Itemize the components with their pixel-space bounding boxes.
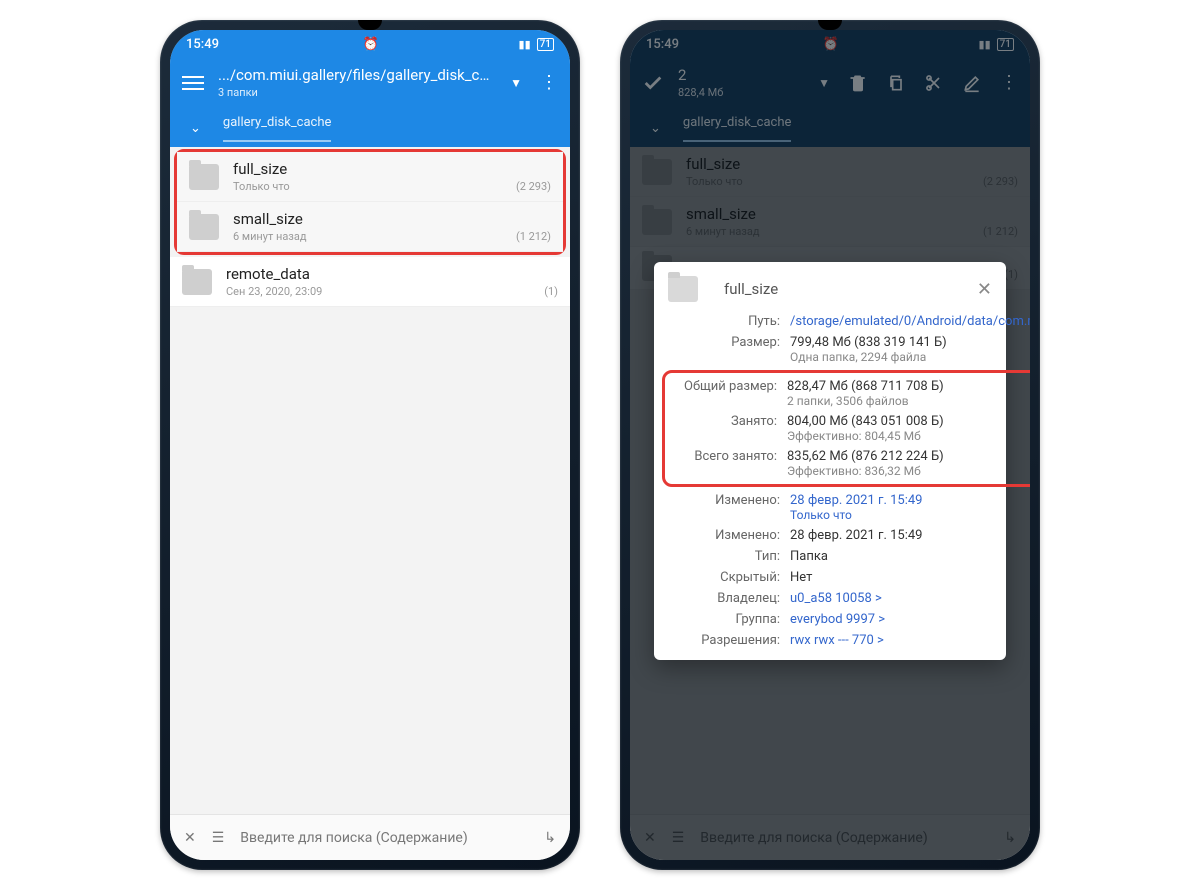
prop-label-group: Группа: xyxy=(668,612,780,627)
prop-value-changed2: 28 февр. 2021 г. 15:49 xyxy=(790,528,1030,543)
enter-icon[interactable]: ↳ xyxy=(544,830,556,846)
dialog-title: full_size xyxy=(724,280,965,298)
status-right: ▮▮ 71 xyxy=(519,38,554,51)
statusbar: 15:49 ⏰ ▮▮ 71 xyxy=(170,30,570,58)
folder-count: (1) xyxy=(544,285,558,298)
properties-grid: Путь: /storage/emulated/0/Android/data/c… xyxy=(668,314,992,648)
folder-icon xyxy=(189,164,219,190)
folder-count: (1 212) xyxy=(516,230,551,243)
tabrow: ⌄ gallery_disk_cache xyxy=(170,109,570,147)
prop-value-used: 804,00 Мб (843 051 008 Б)Эффективно: 804… xyxy=(787,414,1030,443)
prop-label-path: Путь: xyxy=(668,314,780,329)
appbar-title[interactable]: .../com.miui.gallery/files/gallery_disk_… xyxy=(218,66,496,99)
alarm-icon: ⏰ xyxy=(363,37,379,52)
prop-label-used: Занято: xyxy=(671,414,777,443)
prop-value-changed1: 28 февр. 2021 г. 15:49Только что xyxy=(790,493,1030,522)
prop-value-owner[interactable]: u0_a58 10058 > xyxy=(790,591,1030,606)
prop-label-size: Размер: xyxy=(668,335,780,364)
folder-row-remote-data[interactable]: remote_data Сен 23, 2020, 23:09 (1) xyxy=(170,257,570,307)
folder-sub: Только что xyxy=(233,180,516,193)
phone-left: 15:49 ⏰ ▮▮ 71 .../com.miui.gallery/files… xyxy=(160,20,580,870)
close-icon[interactable]: ✕ xyxy=(977,279,992,300)
status-time: 15:49 xyxy=(186,37,219,52)
folder-name: remote_data xyxy=(226,265,544,283)
filter-icon[interactable]: ☰ xyxy=(212,830,225,846)
more-icon[interactable]: ⋮ xyxy=(540,72,558,93)
folder-row-full-size[interactable]: full_size Только что (2 293) xyxy=(177,152,563,202)
properties-dialog: full_size ✕ Путь: /storage/emulated/0/An… xyxy=(654,262,1006,660)
prop-value-total-size: 828,47 Мб (868 711 708 Б)2 папки, 3506 ф… xyxy=(787,379,1030,408)
appbar: .../com.miui.gallery/files/gallery_disk_… xyxy=(170,58,570,109)
path-sub: 3 папки xyxy=(218,86,496,99)
prop-value-hidden: Нет xyxy=(790,570,1030,585)
prop-label-changed: Изменено: xyxy=(668,493,780,522)
prop-value-path[interactable]: /storage/emulated/0/Android/data/com.miu… xyxy=(790,314,1030,329)
chevron-down-icon[interactable]: ⌄ xyxy=(190,121,201,136)
prop-label-owner: Владелец: xyxy=(668,591,780,606)
prop-label-total-used: Всего занято: xyxy=(671,449,777,478)
folder-icon xyxy=(182,269,212,295)
prop-value-type: Папка xyxy=(790,549,1030,564)
prop-value-group[interactable]: everybod 9997 > xyxy=(790,612,1030,627)
tab-current[interactable]: gallery_disk_cache xyxy=(223,115,332,142)
path-text: .../com.miui.gallery/files/gallery_disk_… xyxy=(218,66,496,84)
folder-icon xyxy=(189,214,219,240)
screen-left: 15:49 ⏰ ▮▮ 71 .../com.miui.gallery/files… xyxy=(170,30,570,860)
menu-icon[interactable] xyxy=(182,76,204,90)
folder-row-small-size[interactable]: small_size 6 минут назад (1 212) xyxy=(177,202,563,252)
battery-icon: 71 xyxy=(537,38,554,51)
dropdown-icon[interactable]: ▼ xyxy=(510,76,522,90)
signal-icon: ▮▮ xyxy=(519,38,531,51)
screen-right: 15:49 ⏰ ▮▮ 71 2 828,4 Мб ▼ ⋮ xyxy=(630,30,1030,860)
folder-name: small_size xyxy=(233,210,516,228)
highlight-box: Общий размер: 828,47 Мб (868 711 708 Б)2… xyxy=(662,370,1030,487)
searchbar: ✕ ☰ Введите для поиска (Содержание) ↳ xyxy=(170,814,570,860)
prop-value-size: 799,48 Мб (838 319 141 Б)Одна папка, 229… xyxy=(790,335,1030,364)
close-icon[interactable]: ✕ xyxy=(184,830,196,846)
highlight-box: full_size Только что (2 293) small_size … xyxy=(174,149,566,255)
prop-label-type: Тип: xyxy=(668,549,780,564)
prop-label-perms: Разрешения: xyxy=(668,633,780,648)
phone-right: 15:49 ⏰ ▮▮ 71 2 828,4 Мб ▼ ⋮ xyxy=(620,20,1040,870)
prop-label-total-size: Общий размер: xyxy=(671,379,777,408)
folder-count: (2 293) xyxy=(516,180,551,193)
folder-icon xyxy=(668,276,698,302)
prop-label-hidden: Скрытый: xyxy=(668,570,780,585)
prop-label-changed2: Изменено: xyxy=(668,528,780,543)
search-input[interactable]: Введите для поиска (Содержание) xyxy=(240,830,528,846)
prop-value-total-used: 835,62 Мб (876 212 224 Б)Эффективно: 836… xyxy=(787,449,1030,478)
prop-value-perms[interactable]: rwx rwx --- 770 > xyxy=(790,633,1030,648)
folder-name: full_size xyxy=(233,160,516,178)
folder-list: full_size Только что (2 293) small_size … xyxy=(170,147,570,814)
folder-sub: 6 минут назад xyxy=(233,230,516,243)
folder-sub: Сен 23, 2020, 23:09 xyxy=(226,285,544,298)
